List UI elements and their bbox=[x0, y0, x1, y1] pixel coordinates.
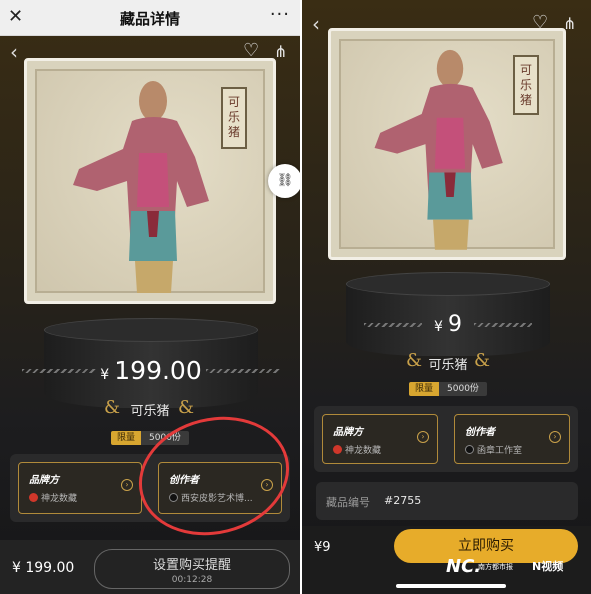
chevron-right-icon: › bbox=[549, 431, 561, 443]
limit-count: 5000份 bbox=[439, 382, 487, 396]
brand-card[interactable]: 品牌方 神龙数藏 › bbox=[18, 462, 142, 514]
price: ¥ 199.00 bbox=[96, 356, 206, 385]
watermark-logo-left: NC. bbox=[446, 556, 482, 577]
left-screenshot: ✕ 藏品详情 ··· ‹ ♡ ⋔ 可乐猪 ⛓ ¥ 199.00 & 可乐猪 & … bbox=[0, 0, 300, 594]
set-reminder-button[interactable]: 设置购买提醒 00:12:28 bbox=[94, 549, 290, 589]
ornament-right-icon: & bbox=[474, 350, 491, 371]
brand-value-row: 神龙数藏 bbox=[29, 491, 77, 504]
annotation-circle bbox=[126, 401, 300, 551]
limit-badge: 限量 5000份 bbox=[409, 382, 487, 396]
artwork-image: 可乐猪 bbox=[24, 58, 276, 304]
home-indicator bbox=[396, 584, 506, 588]
brand-value: 神龙数藏 bbox=[345, 446, 382, 456]
limit-label: 限量 bbox=[409, 382, 440, 396]
shadow-puppet-figure bbox=[374, 49, 503, 250]
limit-label: 限量 bbox=[111, 431, 142, 445]
creator-title: 创作者 bbox=[465, 427, 495, 438]
creator-value-row: 函章工作室 bbox=[465, 443, 522, 456]
brand-logo-icon bbox=[29, 493, 38, 502]
brand-value-row: 神龙数藏 bbox=[333, 443, 381, 456]
price-value: 9 bbox=[448, 312, 462, 337]
title-bar: ✕ 藏品详情 ··· bbox=[0, 0, 300, 36]
divider-right bbox=[474, 323, 532, 327]
price: ¥ 9 bbox=[422, 312, 474, 337]
brand-card[interactable]: 品牌方 神龙数藏 › bbox=[322, 414, 438, 464]
item-name: 可乐猪 bbox=[428, 358, 468, 373]
more-icon[interactable]: ··· bbox=[270, 4, 290, 25]
serial-key: 藏品编号 bbox=[326, 496, 370, 509]
price-currency: ¥ bbox=[100, 367, 110, 383]
ornament-right-icon: & bbox=[178, 397, 195, 418]
serial-value: #2755 bbox=[384, 494, 422, 507]
brand-title: 品牌方 bbox=[29, 475, 59, 486]
serial-row: 藏品编号 #2755 bbox=[316, 482, 578, 520]
creator-value: 函章工作室 bbox=[477, 446, 523, 456]
brand-title: 品牌方 bbox=[333, 427, 363, 438]
page-title: 藏品详情 bbox=[119, 10, 180, 28]
divider-left bbox=[364, 323, 422, 327]
shadow-puppet-figure bbox=[73, 81, 209, 293]
back-icon[interactable]: ‹ bbox=[10, 40, 18, 64]
divider-right bbox=[206, 369, 280, 373]
chevron-right-icon: › bbox=[121, 479, 133, 491]
bottom-price: ¥9 bbox=[314, 540, 331, 555]
link-icon[interactable]: ⛓ bbox=[268, 164, 300, 198]
bottom-price: ¥ 199.00 bbox=[12, 560, 75, 576]
price-currency: ¥ bbox=[433, 319, 443, 335]
reminder-label: 设置购买提醒 bbox=[152, 558, 231, 573]
brand-value: 神龙数藏 bbox=[41, 494, 78, 504]
countdown: 00:12:28 bbox=[171, 575, 213, 585]
info-cards: 品牌方 神龙数藏 › 创作者 函章工作室 › bbox=[314, 406, 578, 472]
back-icon[interactable]: ‹ bbox=[312, 12, 320, 36]
bottom-bar: ¥ 199.00 设置购买提醒 00:12:28 bbox=[0, 540, 300, 594]
share-icon[interactable]: ⋔ bbox=[274, 42, 287, 61]
watermark-left-text: 南方都市报 bbox=[478, 563, 513, 571]
right-screenshot: ‹ ♡ ⋔ 可乐猪 ¥ 9 & 可乐猪 & 限量 5000份 品牌方 神龙数藏 bbox=[302, 0, 591, 594]
divider-left bbox=[22, 369, 96, 373]
watermark-logo-right: N视频 bbox=[532, 560, 564, 573]
item-name: 可乐猪 bbox=[130, 404, 170, 419]
ornament-left-icon: & bbox=[104, 397, 121, 418]
artwork-image: 可乐猪 bbox=[328, 28, 566, 260]
chevron-right-icon: › bbox=[417, 431, 429, 443]
price-value: 199.00 bbox=[114, 356, 202, 385]
brand-logo-icon bbox=[333, 445, 342, 454]
creator-card[interactable]: 创作者 函章工作室 › bbox=[454, 414, 570, 464]
creator-logo-icon bbox=[465, 445, 474, 454]
